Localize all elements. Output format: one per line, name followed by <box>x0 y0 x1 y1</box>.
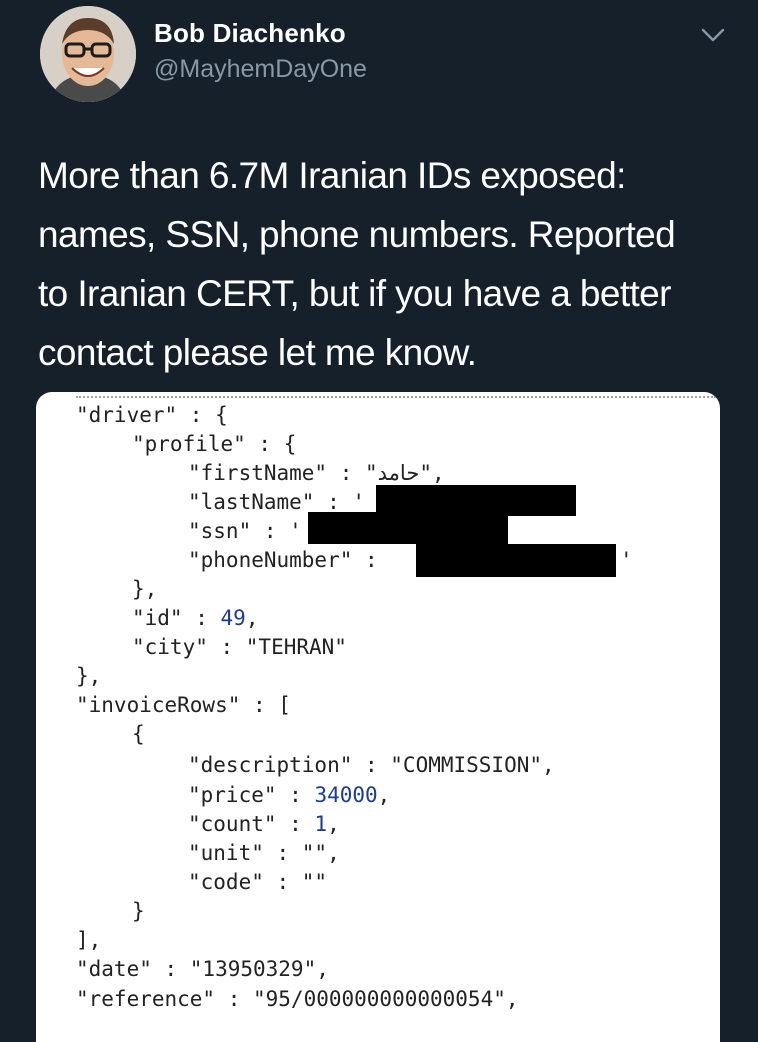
author-handle[interactable]: @MayhemDayOne <box>154 55 367 84</box>
code-line: "reference" : "95/000000000000054", <box>76 987 519 1011</box>
avatar-photo-icon <box>40 6 136 102</box>
code-line: "driver" : { <box>76 403 228 427</box>
code-line: { <box>132 722 145 746</box>
code-line: "id" : 49, <box>132 606 259 630</box>
redaction-bar-phone <box>416 544 616 577</box>
first-name-value: حامد <box>377 461 420 485</box>
json-code-block: "driver" : { "profile" : { "firstName" :… <box>36 392 720 1042</box>
redaction-bar-ssn <box>308 512 508 544</box>
id-value: 49 <box>220 606 246 630</box>
code-line: "ssn" : ' <box>188 519 302 543</box>
code-line: "count" : 1, <box>188 812 340 836</box>
author-name[interactable]: Bob Diachenko <box>154 18 346 49</box>
code-line: "description" : "COMMISSION", <box>188 753 555 777</box>
code-line: "date" : "13950329", <box>76 957 329 981</box>
tweet-text-line: to Iranian CERT, but if you have a bette… <box>38 273 671 314</box>
code-line: "price" : 34000, <box>188 783 391 807</box>
code-line: "firstName" : "حامد", <box>188 461 445 485</box>
code-line: }, <box>76 664 102 688</box>
code-line: } <box>132 899 145 923</box>
code-line: "code" : "" <box>188 870 328 894</box>
code-line: "phoneNumber" : <box>188 548 378 572</box>
tweet-text-line: More than 6.7M Iranian IDs exposed: <box>38 155 626 196</box>
avatar[interactable] <box>40 6 136 102</box>
code-line: "invoiceRows" : [ <box>76 693 291 717</box>
code-line: ' <box>620 548 633 572</box>
price-value: 34000 <box>314 783 378 807</box>
code-line: }, <box>132 577 158 601</box>
tweet-text: More than 6.7M Iranian IDs exposed: name… <box>38 146 738 382</box>
tweet-media-image[interactable]: "driver" : { "profile" : { "firstName" :… <box>36 392 720 1042</box>
code-line: "unit" : "", <box>188 841 340 865</box>
tweet-text-line: contact please let me know. <box>38 332 477 373</box>
tweet-text-line: names, SSN, phone numbers. Reported <box>38 214 676 255</box>
chevron-down-icon[interactable] <box>700 26 726 44</box>
count-value: 1 <box>314 812 328 836</box>
code-line: "profile" : { <box>132 432 297 456</box>
code-line: ], <box>76 928 102 952</box>
code-line: "city" : "TEHRAN" <box>132 635 347 659</box>
